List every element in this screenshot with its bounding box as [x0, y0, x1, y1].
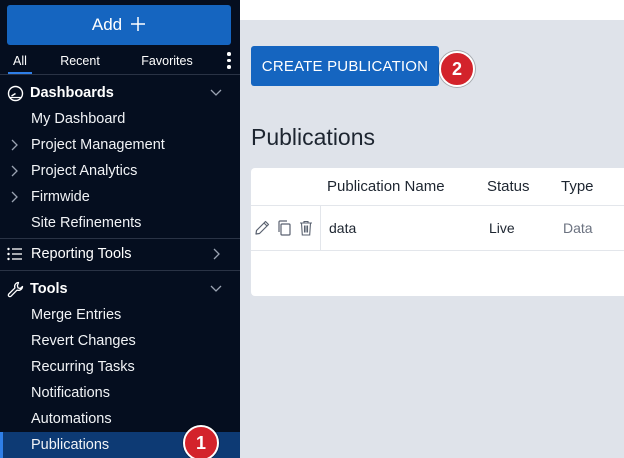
sidebar-item-recurring-tasks[interactable]: Recurring Tasks	[0, 354, 240, 380]
step-badge-2: 2	[439, 51, 475, 87]
trash-icon[interactable]	[297, 219, 315, 237]
sidebar-item-label: Automations	[31, 411, 112, 427]
chevron-down-icon	[210, 86, 222, 102]
sidebar-item-reporting-tools[interactable]: Reporting Tools	[0, 240, 240, 268]
sidebar-item-label: Site Refinements	[31, 215, 142, 231]
top-bar	[240, 0, 624, 20]
tab-all[interactable]: All	[0, 48, 40, 74]
add-button[interactable]: Add	[7, 5, 231, 45]
sidebar-item-label: Project Analytics	[31, 163, 138, 179]
sidebar-item-label: Project Management	[31, 137, 165, 153]
section-dashboards[interactable]: Dashboards	[0, 80, 240, 106]
sidebar-item-label: Recurring Tasks	[31, 359, 135, 375]
table-cell-type: Data	[563, 220, 593, 236]
more-options-icon[interactable]	[226, 52, 232, 69]
divider	[0, 270, 240, 271]
wrench-icon	[0, 281, 30, 298]
dashboard-gauge-icon	[0, 85, 30, 102]
list-icon	[7, 247, 23, 261]
copy-icon[interactable]	[275, 219, 293, 237]
chevron-right-icon	[10, 139, 18, 155]
row-actions	[253, 206, 315, 250]
sidebar-item-project-management[interactable]: Project Management	[0, 132, 240, 158]
sidebar-item-label: My Dashboard	[31, 111, 126, 127]
add-button-label: Add	[91, 15, 123, 34]
sidebar-item-label: Merge Entries	[31, 307, 122, 323]
tab-favorites[interactable]: Favorites	[132, 48, 202, 74]
sidebar: Add All Recent Favorites Dashboards My D…	[0, 0, 240, 458]
sidebar-item-merge-entries[interactable]: Merge Entries	[0, 302, 240, 328]
divider	[251, 250, 624, 251]
sidebar-item-my-dashboard[interactable]: My Dashboard	[0, 106, 240, 132]
section-dashboards-title: Dashboards	[30, 85, 114, 101]
section-tools-title: Tools	[30, 281, 68, 297]
column-header-status[interactable]: Status	[487, 168, 530, 205]
page-title: Publications	[251, 124, 376, 150]
chevron-down-icon	[210, 282, 222, 298]
column-header-publication-name[interactable]: Publication Name	[327, 168, 445, 205]
sidebar-item-notifications[interactable]: Notifications	[0, 380, 240, 406]
tab-recent-label: Recent	[60, 54, 100, 68]
sidebar-tabs: All Recent Favorites	[0, 48, 240, 74]
create-publication-button[interactable]: CREATE PUBLICATION	[251, 46, 439, 86]
table-cell-name[interactable]: data	[329, 206, 356, 250]
sidebar-item-label: Reporting Tools	[31, 246, 132, 262]
publications-table: Publication Name Status Type data Live D…	[251, 168, 624, 296]
sidebar-item-label: Publications	[31, 437, 110, 453]
divider	[0, 74, 240, 75]
sidebar-item-firmwide[interactable]: Firmwide	[0, 184, 240, 210]
sidebar-item-project-analytics[interactable]: Project Analytics	[0, 158, 240, 184]
section-tools[interactable]: Tools	[0, 276, 240, 302]
tab-favorites-label: Favorites	[141, 54, 193, 68]
chevron-right-icon	[212, 248, 220, 260]
sidebar-item-label: Revert Changes	[31, 333, 136, 349]
sidebar-item-label: Notifications	[31, 385, 110, 401]
tab-all-label: All	[13, 54, 27, 68]
plus-icon	[130, 14, 146, 36]
step-badge-1: 1	[183, 425, 219, 458]
divider	[320, 206, 321, 250]
column-header-type[interactable]: Type	[561, 168, 594, 205]
chevron-right-icon	[10, 165, 18, 181]
divider	[0, 238, 240, 239]
sidebar-item-revert-changes[interactable]: Revert Changes	[0, 328, 240, 354]
sidebar-item-site-refinements[interactable]: Site Refinements	[0, 210, 240, 236]
table-cell-status: Live	[489, 220, 515, 236]
tab-recent[interactable]: Recent	[40, 48, 120, 74]
chevron-right-icon	[10, 191, 18, 207]
sidebar-item-label: Firmwide	[31, 189, 90, 205]
edit-pencil-icon[interactable]	[253, 219, 271, 237]
